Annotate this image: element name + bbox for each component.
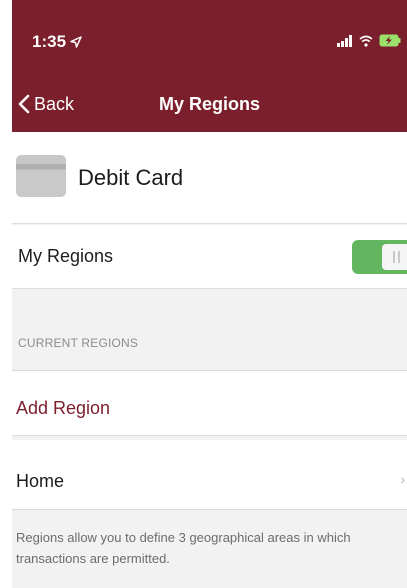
location-arrow-icon (70, 36, 82, 48)
status-icons (337, 34, 401, 47)
status-time-text: 1:35 (32, 32, 67, 51)
add-region-label: Add Region (16, 398, 111, 418)
card-thumbnail (16, 155, 66, 197)
toggle-label: My Regions (18, 246, 114, 266)
chevron-left-icon (18, 94, 30, 114)
my-regions-toggle[interactable] (352, 240, 407, 274)
region-name: Home (16, 471, 65, 491)
card-header: Debit Card (12, 132, 407, 224)
add-region-button[interactable]: Add Region (12, 370, 407, 436)
toggle-knob (382, 244, 407, 270)
regions-help-text: Regions allow you to define 3 geographic… (16, 530, 351, 566)
chevron-right-icon: › (400, 471, 405, 487)
section-header-current-regions: CURRENT REGIONS (18, 336, 139, 350)
status-time: 1:35 (32, 32, 82, 52)
navigation-bar: Back My Regions (12, 82, 407, 132)
app-screen: 1:35 Back My Regions Debit Card My Regio… (12, 0, 407, 588)
back-button-label: Back (34, 93, 75, 114)
signal-icon (337, 34, 352, 47)
status-bar: 1:35 (12, 0, 407, 82)
back-button[interactable]: Back (18, 82, 74, 126)
battery-charging-icon (379, 34, 401, 47)
list-item[interactable]: Home › (12, 440, 407, 510)
card-name: Debit Card (78, 165, 184, 190)
wifi-icon (359, 35, 373, 47)
my-regions-toggle-row: My Regions (12, 225, 407, 289)
